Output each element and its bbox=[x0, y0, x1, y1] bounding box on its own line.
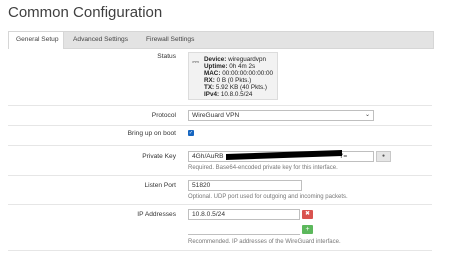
tab-advanced-settings[interactable]: Advanced Settings bbox=[73, 32, 128, 48]
listen-port-label: Listen Port bbox=[144, 182, 176, 189]
divider bbox=[8, 175, 432, 176]
remove-ip-button[interactable]: ✖ bbox=[302, 210, 313, 219]
tx-value: 5.92 KB (40 Pkts.) bbox=[215, 84, 268, 91]
ip-address-value: 10.8.0.5/24 bbox=[192, 211, 225, 218]
tab-bar: General Setup Advanced Settings Firewall… bbox=[8, 31, 434, 49]
tab-firewall-settings[interactable]: Firewall Settings bbox=[146, 32, 194, 48]
divider bbox=[8, 250, 432, 251]
status-label: Status bbox=[157, 53, 176, 60]
ipv4-value: 10.8.0.5/24 bbox=[220, 91, 253, 98]
boot-label: Bring up on boot bbox=[127, 130, 176, 137]
private-key-prefix: 4Gh/AuRB bbox=[192, 153, 224, 160]
boot-checkbox[interactable]: ✓ bbox=[188, 130, 194, 136]
eye-icon: ● bbox=[381, 153, 386, 159]
protocol-label: Protocol bbox=[151, 112, 176, 119]
reveal-key-button[interactable]: ● bbox=[376, 151, 391, 162]
ip-address-new-input[interactable] bbox=[188, 225, 300, 235]
ip-address-input[interactable]: 10.8.0.5/24 bbox=[188, 209, 300, 220]
rx-value: 0 B (0 Pkts.) bbox=[216, 77, 252, 84]
ipv4-key: IPv4: bbox=[204, 91, 220, 98]
private-key-help: Required. Base64-encoded private key for… bbox=[188, 165, 338, 171]
listen-port-help: Optional. UDP port used for outgoing and… bbox=[188, 194, 348, 200]
device-key: Device: bbox=[204, 56, 227, 63]
network-icon: ⎓ bbox=[192, 57, 200, 67]
chevron-down-icon: ⌄ bbox=[364, 112, 370, 118]
tx-key: TX: bbox=[204, 84, 215, 91]
private-key-label: Private Key bbox=[142, 153, 176, 160]
uptime-value: 0h 4m 2s bbox=[229, 63, 256, 70]
protocol-select[interactable]: WireGuard VPN ⌄ bbox=[188, 110, 374, 121]
mac-value: 00:00:00:00:00:00 bbox=[222, 70, 273, 77]
device-value: wireguardvpn bbox=[228, 56, 266, 63]
status-box: ⎓ Device: wireguardvpn Uptime: 0h 4m 2s … bbox=[188, 52, 278, 100]
divider bbox=[8, 125, 432, 126]
mac-key: MAC: bbox=[204, 70, 221, 77]
tab-general-setup[interactable]: General Setup bbox=[9, 32, 64, 49]
uptime-key: Uptime: bbox=[204, 63, 228, 70]
listen-port-value: 51820 bbox=[192, 182, 211, 189]
plus-icon: + bbox=[305, 226, 310, 233]
divider bbox=[8, 204, 432, 205]
ip-addresses-label: IP Addresses bbox=[137, 211, 176, 218]
protocol-value: WireGuard VPN bbox=[192, 112, 240, 119]
ip-addresses-help: Recommended. IP addresses of the WireGua… bbox=[188, 239, 341, 245]
add-ip-button[interactable]: + bbox=[302, 225, 313, 234]
listen-port-input[interactable]: 51820 bbox=[188, 180, 302, 191]
rx-key: RX: bbox=[204, 77, 215, 84]
divider bbox=[8, 145, 432, 146]
x-icon: ✖ bbox=[304, 211, 311, 217]
page-title: Common Configuration bbox=[8, 4, 163, 21]
divider bbox=[8, 105, 432, 106]
